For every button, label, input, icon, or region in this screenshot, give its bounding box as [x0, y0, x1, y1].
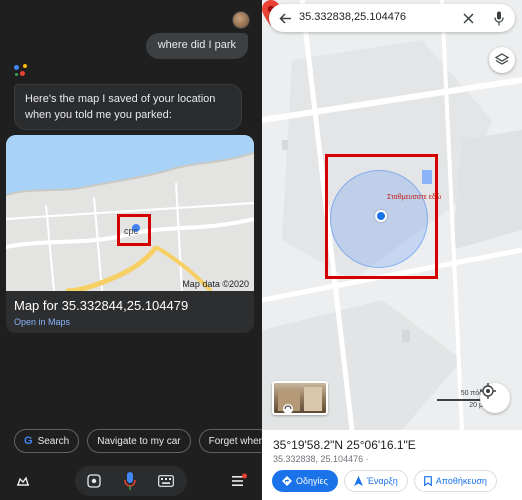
assistant-panel: where did I park Here's the map I saved … [0, 0, 262, 500]
forget-chip[interactable]: Forget where [198, 429, 262, 453]
layers-icon [495, 53, 509, 65]
crosshair-icon [480, 383, 496, 399]
map-thumbnail[interactable]: cpc Map data ©2020 [6, 135, 254, 291]
place-title: 35°19'58.2"N 25°06'16.1"E [273, 438, 416, 452]
place-subtitle: 35.332838, 25.104476 · [273, 454, 369, 464]
forget-chip-label: Forget where [208, 435, 262, 447]
save-button[interactable]: Αποθήκευση [413, 470, 497, 492]
assistant-response-bubble: Here's the map I saved of your location … [14, 84, 242, 130]
navigate-chip-label: Navigate to my car [97, 435, 181, 447]
search-chip[interactable]: G Search [14, 429, 80, 453]
place-bottom-sheet[interactable]: 35°19'58.2"N 25°06'16.1"E 35.332838, 25.… [262, 430, 522, 500]
snapshot-icon[interactable] [12, 470, 34, 492]
lens-icon[interactable] [83, 470, 105, 492]
street-view-graphic [278, 387, 322, 413]
directions-icon [282, 476, 292, 486]
maps-panel: Σταθμευσατε εδώ 50 πόδ. 20 μ. 35.332838,… [262, 0, 522, 500]
updates-icon[interactable] [228, 470, 250, 492]
pin-highlight-box [325, 154, 438, 279]
google-logo-icon: G [24, 435, 33, 447]
map-marker-label: cpc [124, 226, 139, 236]
start-button[interactable]: Έναρξη [343, 470, 408, 492]
user-avatar[interactable] [232, 11, 250, 29]
map-card-title: Map for 35.332844,25.104479 [14, 298, 189, 313]
place-actions: Οδηγίες Έναρξη Αποθήκευση [272, 470, 497, 492]
assistant-logo-icon [14, 64, 32, 78]
keyboard-icon[interactable] [155, 470, 177, 492]
map-card[interactable]: cpc Map data ©2020 Map for 35.332844,25.… [6, 135, 254, 333]
search-chip-label: Search [37, 435, 70, 447]
navigate-chip[interactable]: Navigate to my car [87, 429, 191, 453]
start-label: Έναρξη [366, 476, 398, 486]
map-thumbnail-graphic [6, 135, 254, 291]
mic-icon[interactable] [119, 470, 141, 492]
suggestion-chips: G Search Navigate to my car Forget where [14, 429, 262, 453]
map-credit: Map data ©2020 [182, 279, 249, 289]
clear-icon[interactable] [462, 12, 474, 24]
assistant-bottom-bar [0, 462, 262, 500]
directions-label: Οδηγίες [296, 476, 328, 486]
voice-search-icon[interactable] [493, 10, 505, 26]
user-query-bubble: where did I park [145, 33, 248, 59]
search-input[interactable] [299, 11, 449, 23]
back-arrow-icon[interactable] [278, 11, 292, 25]
layers-button[interactable] [489, 47, 515, 73]
maps-search-bar [269, 4, 515, 32]
open-in-maps-link[interactable]: Open in Maps [14, 317, 70, 327]
directions-button[interactable]: Οδηγίες [272, 470, 338, 492]
street-view-thumbnail[interactable] [272, 381, 328, 415]
my-location-button[interactable] [480, 383, 510, 413]
save-label: Αποθήκευση [435, 476, 487, 486]
bookmark-icon [423, 476, 432, 486]
map-canvas[interactable]: Σταθμευσατε εδώ 50 πόδ. 20 μ. [262, 0, 522, 430]
navigation-arrow-icon [353, 476, 363, 486]
